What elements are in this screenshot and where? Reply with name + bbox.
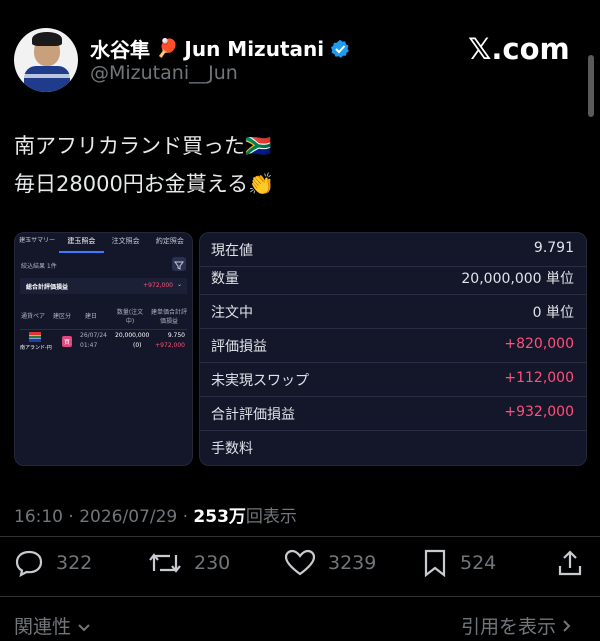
x-logo: 𝕏.com bbox=[468, 32, 570, 66]
divider bbox=[0, 596, 600, 597]
detail-row-pending: 注文中 0 単位 bbox=[200, 295, 586, 329]
clapping-hands-emoji: 👏 bbox=[248, 172, 275, 196]
divider bbox=[0, 536, 600, 537]
like-count: 3239 bbox=[328, 552, 377, 574]
detail-value: +820,000 bbox=[504, 336, 574, 352]
positions-screenshot[interactable]: 建玉サマリー 建玉照会 注文照会 約定照会 絞込結果 1件 総合計評価損益 +9… bbox=[14, 232, 193, 466]
south-africa-flag-emoji: 🇿🇦 bbox=[245, 134, 272, 158]
positions-tabs: 建玉サマリー 建玉照会 注文照会 約定照会 bbox=[15, 233, 192, 253]
position-row[interactable]: 南アランド-円 買 26/07/24 01:47 20,000,000 (0) … bbox=[20, 329, 187, 356]
total-pl-value: +972,000 bbox=[143, 282, 173, 289]
chevron-down-icon: ⌄ bbox=[176, 281, 182, 288]
header-pair: 通貨ペア bbox=[21, 313, 46, 320]
tweet-time[interactable]: 16:10 bbox=[14, 507, 63, 527]
chevron-right-icon bbox=[563, 620, 571, 632]
bookmark-button[interactable]: 524 bbox=[422, 549, 496, 577]
detail-row-fee: 手数料 bbox=[200, 431, 586, 464]
chevron-down-icon bbox=[78, 624, 90, 632]
tab-summary: 建玉サマリー bbox=[19, 237, 56, 244]
detail-label: 注文中 bbox=[211, 305, 253, 321]
detail-value: +932,000 bbox=[504, 404, 574, 420]
position-qty: 20,000,000 bbox=[115, 332, 150, 339]
detail-value: 9.791 bbox=[533, 240, 574, 256]
bookmark-count: 524 bbox=[460, 552, 497, 574]
detail-row-swap: 未実現スワップ +112,000 bbox=[200, 363, 586, 397]
view-count: 253万 bbox=[193, 507, 246, 527]
author-display-name: 水谷隼 bbox=[90, 38, 150, 62]
tweet-line-2: 毎日28000円お金貰える👏 bbox=[14, 168, 274, 198]
filter-result: 絞込結果 1件 bbox=[21, 263, 57, 270]
detail-label: 未実現スワップ bbox=[211, 373, 309, 389]
view-label: 回表示 bbox=[245, 507, 297, 527]
paddle-emoji: 🏓 bbox=[156, 38, 179, 59]
detail-row-total: 合計評価損益 +932,000 bbox=[200, 397, 586, 431]
relevance-label: 関連性 bbox=[14, 616, 72, 638]
detail-row-pl: 評価損益 +820,000 bbox=[200, 329, 586, 363]
avatar[interactable] bbox=[14, 28, 78, 92]
position-time: 01:47 bbox=[80, 342, 98, 349]
author-name-en: Jun Mizutani bbox=[184, 36, 325, 61]
tab-positions: 建玉照会 bbox=[59, 233, 104, 253]
detail-label: 合計評価損益 bbox=[211, 407, 295, 423]
tweet-meta: 16:10 · 2026/07/29 · 253万回表示 bbox=[14, 507, 297, 527]
scrollbar[interactable] bbox=[588, 55, 594, 117]
total-pl-row: 総合計評価損益 +972,000 ⌄ bbox=[20, 278, 187, 294]
detail-row-qty: 数量 20,000,000 単位 bbox=[200, 261, 586, 295]
share-button[interactable] bbox=[557, 549, 583, 577]
detail-label: 手数料 bbox=[211, 441, 253, 457]
author-handle[interactable]: @Mizutani__Jun bbox=[90, 62, 238, 84]
sort-relevance[interactable]: 関連性 bbox=[14, 612, 91, 639]
header-price: 建単価合計評価損益 bbox=[150, 309, 187, 325]
avatar-hair bbox=[32, 32, 62, 46]
pair-name: 南アランド-円 bbox=[20, 345, 52, 351]
detail-label: 評価損益 bbox=[211, 339, 267, 355]
author-name[interactable]: 水谷隼 🏓 Jun Mizutani bbox=[90, 34, 350, 63]
position-detail-screenshot[interactable]: 現在値 9.791 数量 20,000,000 単位 注文中 0 単位 評価損益… bbox=[199, 232, 587, 466]
reply-icon bbox=[15, 550, 43, 577]
tab-executions: 約定照会 bbox=[155, 237, 184, 245]
verified-badge-icon bbox=[330, 39, 349, 58]
share-icon bbox=[558, 550, 582, 576]
header-side: 建区分 bbox=[53, 313, 72, 320]
view-quotes-link[interactable]: 引用を表示 bbox=[461, 612, 572, 639]
quotes-label: 引用を表示 bbox=[461, 616, 557, 638]
tweet-text-2: 毎日28000円お金貰える bbox=[14, 172, 249, 196]
detail-label: 数量 bbox=[211, 271, 239, 287]
filter-icon bbox=[172, 257, 186, 271]
detail-label: 現在値 bbox=[211, 243, 253, 259]
total-pl-label: 総合計評価損益 bbox=[26, 284, 69, 291]
detail-value: 0 単位 bbox=[532, 305, 574, 321]
tweet-date[interactable]: 2026/07/29 bbox=[79, 507, 177, 527]
bookmark-icon bbox=[424, 549, 446, 577]
position-qty-pending: (0) bbox=[133, 342, 142, 349]
repost-icon bbox=[149, 553, 181, 573]
side-badge: 買 bbox=[62, 336, 73, 347]
position-pl: +972,000 bbox=[155, 342, 185, 349]
position-price: 9.750 bbox=[167, 332, 185, 339]
header-qty: 数量(注文中) bbox=[116, 309, 144, 325]
reply-button[interactable]: 322 bbox=[14, 549, 92, 577]
reply-count: 322 bbox=[56, 552, 93, 574]
like-button[interactable]: 3239 bbox=[284, 549, 376, 577]
avatar-stripe bbox=[24, 74, 70, 78]
tweet-line-1: 南アフリカランド買った🇿🇦 bbox=[14, 130, 271, 160]
header-date: 建日 bbox=[85, 313, 98, 320]
detail-value: +112,000 bbox=[504, 370, 574, 386]
detail-value: 20,000,000 単位 bbox=[461, 271, 574, 287]
heart-icon bbox=[284, 549, 316, 576]
position-date: 26/07/24 bbox=[80, 332, 107, 339]
avatar-shirt bbox=[24, 66, 70, 92]
south-africa-flag-icon bbox=[29, 332, 41, 342]
tweet-text-1: 南アフリカランド買った bbox=[14, 134, 245, 158]
repost-button[interactable]: 230 bbox=[148, 549, 230, 577]
tab-orders: 注文照会 bbox=[111, 237, 140, 245]
repost-count: 230 bbox=[194, 552, 231, 574]
